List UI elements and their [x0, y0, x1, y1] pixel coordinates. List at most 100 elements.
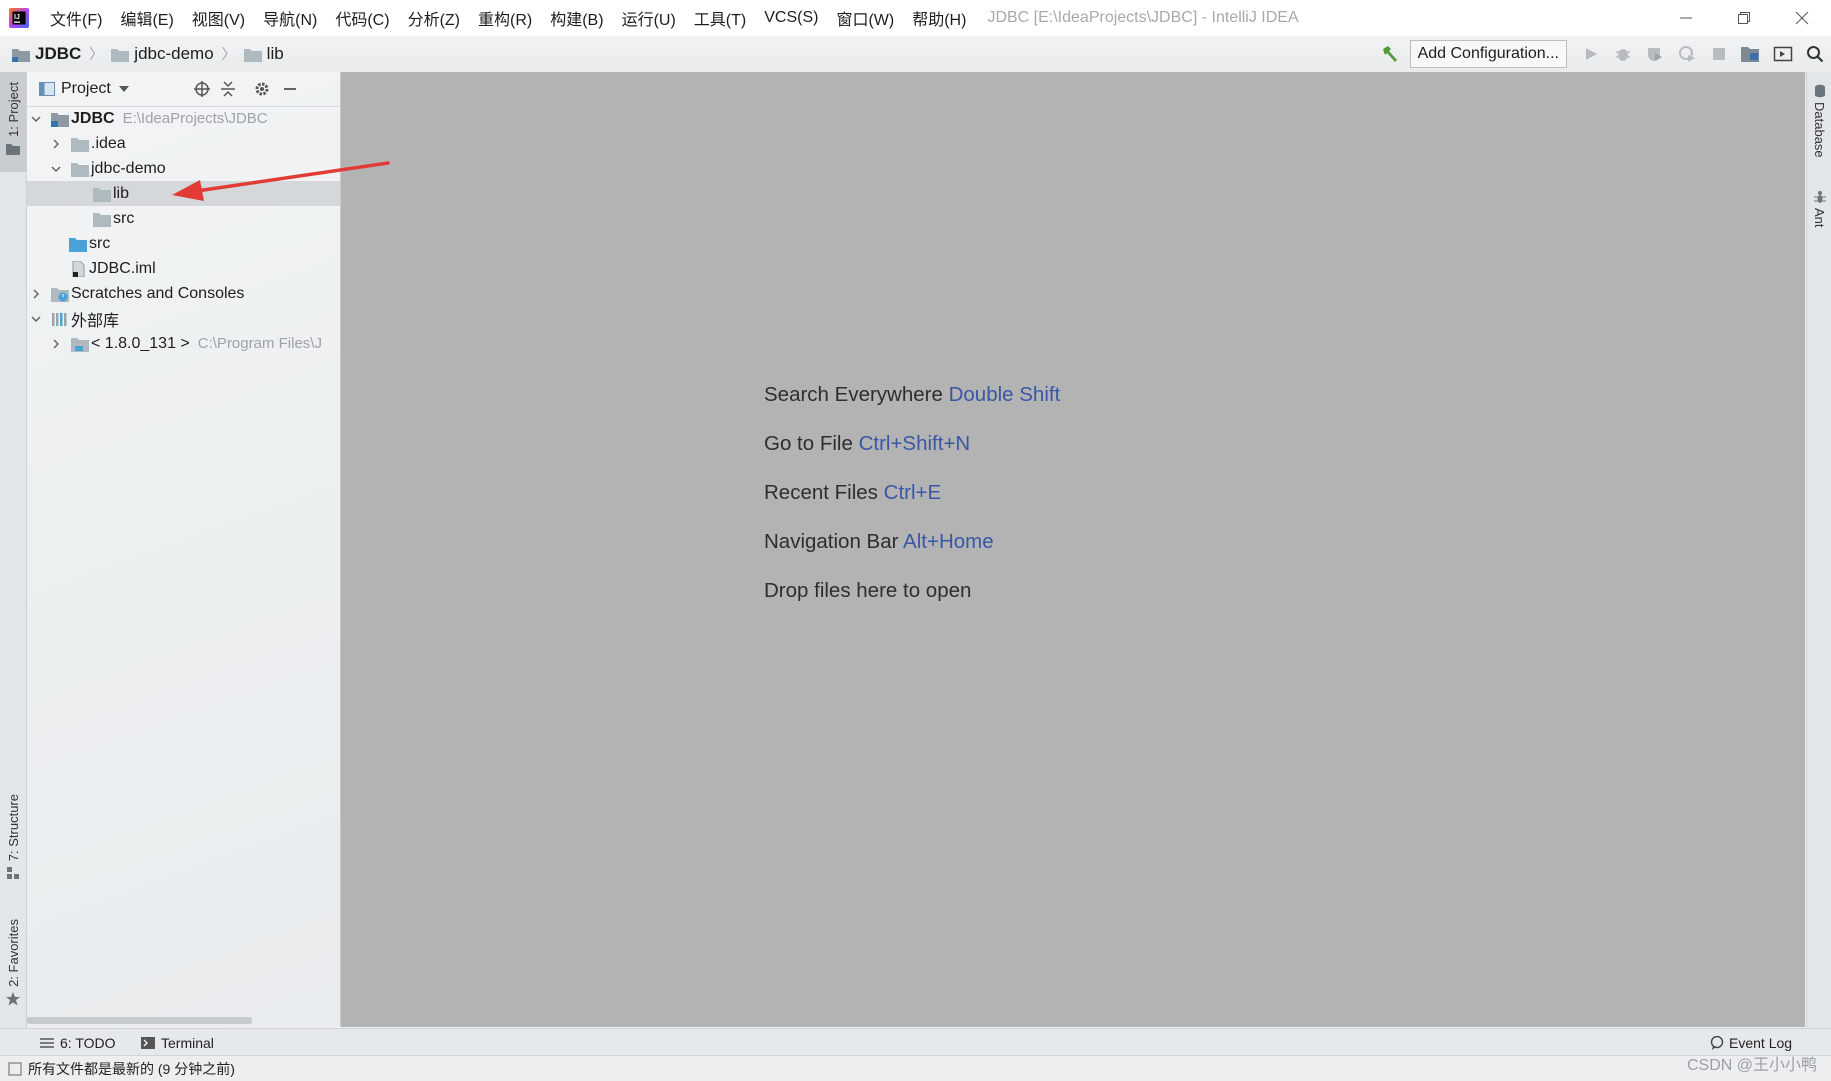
chevron-down-icon[interactable]: [29, 312, 43, 326]
menu-analyze[interactable]: 分析(Z): [399, 6, 469, 30]
chevron-down-icon[interactable]: [49, 162, 63, 176]
search-everywhere-button[interactable]: [1799, 36, 1831, 72]
settings-button[interactable]: [247, 72, 277, 106]
status-bar: 所有文件都是最新的 (9 分钟之前): [0, 1055, 1831, 1081]
breadcrumb-label: lib: [266, 44, 284, 63]
menu-view[interactable]: 视图(V): [183, 6, 254, 30]
menu-build[interactable]: 构建(B): [541, 6, 612, 30]
menu-help[interactable]: 帮助(H): [903, 6, 975, 30]
presentation-button[interactable]: [1767, 36, 1799, 72]
hide-panel-button[interactable]: [275, 72, 305, 106]
tree-item-external-libraries[interactable]: 外部库: [27, 306, 340, 331]
left-tool-stripe: 1: Project 7: Structure 2: Favorites: [0, 72, 27, 1028]
chevron-right-icon[interactable]: [29, 287, 43, 301]
title-bar: IJ 文件(F) 编辑(E) 视图(V) 导航(N) 代码(C) 分析(Z) 重…: [0, 0, 1831, 36]
tree-item-label: .idea: [91, 134, 126, 152]
horizontal-scrollbar[interactable]: [27, 1017, 252, 1024]
hint-recent-files: Recent Files Ctrl+E: [764, 481, 941, 505]
tool-tab-ant[interactable]: Ant: [1807, 190, 1831, 228]
list-icon: [40, 1037, 54, 1048]
editor-empty-area[interactable]: Search Everywhere Double Shift Go to Fil…: [341, 72, 1805, 1027]
tree-item-scratches[interactable]: Scratches and Consoles: [27, 281, 340, 306]
chevron-right-icon[interactable]: [49, 137, 63, 151]
speech-bubble-icon: [1710, 1035, 1724, 1050]
run-button[interactable]: [1575, 36, 1607, 72]
menu-window[interactable]: 窗口(W): [827, 6, 903, 30]
tool-tab-label: Event Log: [1729, 1034, 1793, 1051]
tool-tab-favorites[interactable]: 2: Favorites: [0, 919, 26, 1006]
tool-tab-label: Terminal: [161, 1034, 214, 1051]
hint-go-to-file: Go to File Ctrl+Shift+N: [764, 432, 970, 456]
hint-search-everywhere: Search Everywhere Double Shift: [764, 383, 1060, 407]
menu-edit[interactable]: 编辑(E): [111, 6, 182, 30]
tree-item-jdbc-demo[interactable]: jdbc-demo: [27, 156, 340, 181]
status-message: 所有文件都是最新的 (9 分钟之前): [28, 1060, 235, 1077]
tree-item-lib[interactable]: lib: [27, 181, 340, 206]
run-with-coverage-button[interactable]: [1639, 36, 1671, 72]
run-toolbar: Add Configuration...: [1374, 36, 1831, 72]
module-folder-icon: [51, 112, 69, 127]
database-icon: [1814, 84, 1825, 98]
bottom-tool-stripe: 6: TODO Terminal Event Log: [0, 1028, 1831, 1056]
project-structure-icon: [1741, 47, 1759, 62]
tree-item-src-demo[interactable]: src: [27, 206, 340, 231]
menu-refactor[interactable]: 重构(R): [469, 6, 541, 30]
menu-vcs[interactable]: VCS(S): [755, 9, 827, 27]
menu-navigate[interactable]: 导航(N): [254, 6, 326, 30]
jdk-folder-icon: [71, 337, 89, 352]
collapse-all-button[interactable]: [213, 72, 243, 106]
tool-tab-project[interactable]: 1: Project: [0, 72, 26, 172]
project-structure-button[interactable]: [1735, 36, 1767, 72]
intellij-logo-icon: IJ: [9, 8, 29, 28]
chevron-down-icon[interactable]: [118, 86, 129, 92]
hint-text: Search Everywhere: [764, 383, 943, 406]
tool-tab-todo[interactable]: 6: TODO: [40, 1029, 116, 1056]
tree-item-jdk[interactable]: < 1.8.0_131 > C:\Program Files\J: [27, 331, 340, 356]
tool-tab-label: 2: Favorites: [5, 919, 21, 987]
status-toggle-icon[interactable]: [8, 1062, 22, 1076]
add-configuration-button[interactable]: Add Configuration...: [1409, 40, 1567, 68]
stop-button[interactable]: [1703, 36, 1735, 72]
tool-tab-terminal[interactable]: Terminal: [141, 1029, 214, 1056]
tool-tab-label: Database: [1812, 102, 1827, 158]
close-button[interactable]: [1773, 0, 1831, 36]
minimize-button[interactable]: [1657, 0, 1715, 36]
menu-run[interactable]: 运行(U): [613, 6, 685, 30]
debug-button[interactable]: [1607, 36, 1639, 72]
profile-button[interactable]: [1671, 36, 1703, 72]
tree-item-label: < 1.8.0_131 >: [91, 334, 190, 352]
tool-tab-database[interactable]: Database: [1807, 84, 1831, 158]
hint-text: Navigation Bar: [764, 530, 899, 553]
chevron-down-icon[interactable]: [29, 112, 43, 126]
tree-item-jdbc[interactable]: JDBC E:\IdeaProjects\JDBC: [27, 106, 340, 131]
menu-file[interactable]: 文件(F): [41, 6, 111, 30]
tree-item-path: E:\IdeaProjects\JDBC: [122, 110, 268, 127]
breadcrumb-lib[interactable]: lib: [243, 44, 284, 64]
tree-item-jdbc-iml[interactable]: JDBC.iml: [27, 256, 340, 281]
breadcrumb-jdbc[interactable]: JDBC: [12, 44, 81, 64]
menu-tools[interactable]: 工具(T): [685, 6, 755, 30]
menu-code[interactable]: 代码(C): [326, 6, 398, 30]
tree-item-label: src: [89, 234, 111, 252]
tree-item-src[interactable]: src: [27, 231, 340, 256]
hint-text: Drop files here to open: [764, 579, 972, 602]
tree-item-label: jdbc-demo: [91, 159, 166, 177]
breadcrumb-jdbc-demo[interactable]: jdbc-demo: [111, 44, 214, 64]
breadcrumb-separator: 〉: [89, 46, 104, 62]
tree-item-label: 外部库: [71, 312, 120, 330]
chevron-right-icon[interactable]: [49, 337, 63, 351]
tool-tab-structure[interactable]: 7: Structure: [0, 794, 26, 880]
project-view-selector[interactable]: Project: [61, 80, 111, 98]
tree-item-idea[interactable]: .idea: [27, 131, 340, 156]
run-icon: [1586, 48, 1597, 60]
profiler-icon: [1679, 46, 1695, 62]
build-button[interactable]: [1374, 36, 1406, 72]
watermark: CSDN @王小小鸭: [1686, 1057, 1817, 1074]
folder-icon: [71, 162, 89, 177]
hint-navigation-bar: Navigation Bar Alt+Home: [764, 530, 994, 554]
folder-icon: [243, 48, 262, 62]
restore-button[interactable]: [1715, 0, 1773, 36]
ant-icon: [1813, 191, 1826, 203]
terminal-icon: [141, 1036, 155, 1049]
iml-file-icon: [72, 260, 85, 277]
